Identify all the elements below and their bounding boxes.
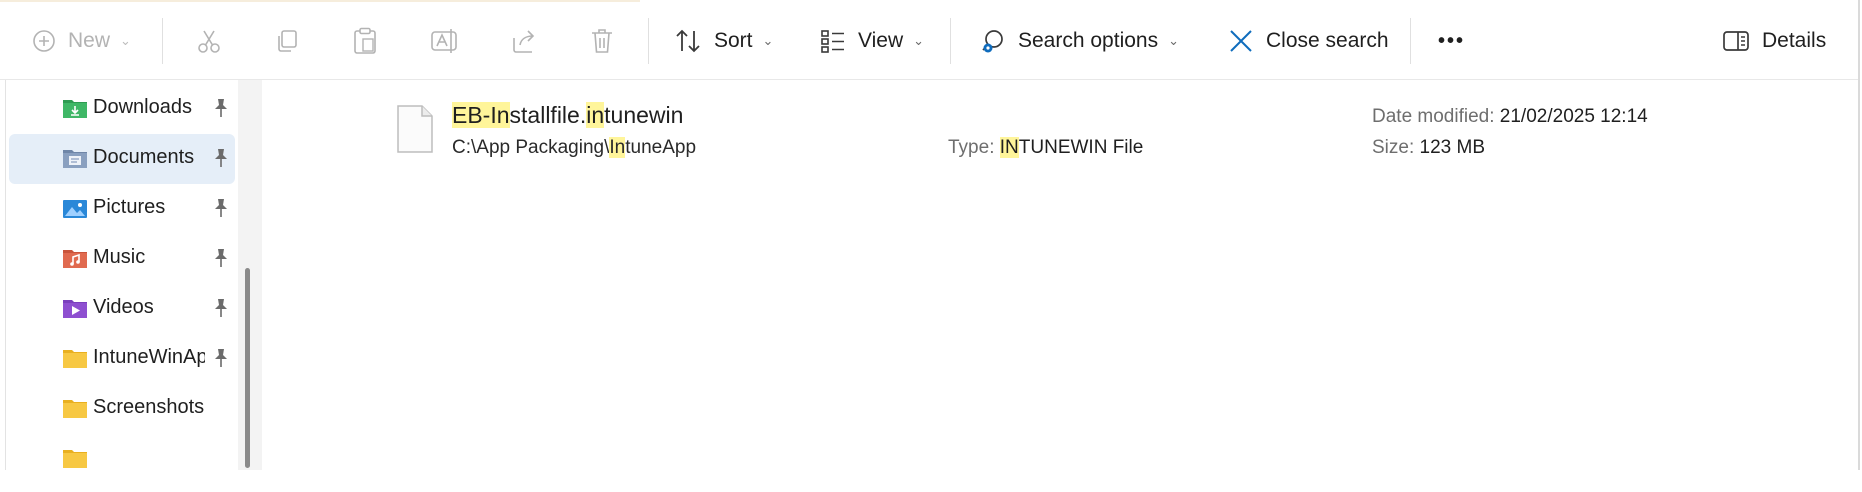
file-name-part: In: [490, 102, 510, 128]
file-name-part: EB-: [452, 102, 491, 128]
search-options-button[interactable]: Search options ⌄: [980, 18, 1179, 64]
new-button[interactable]: New ⌄: [32, 18, 131, 64]
details-pane-button[interactable]: Details: [1722, 18, 1826, 64]
sidebar-item-label: Documents: [93, 146, 195, 168]
ellipsis-icon: •••: [1438, 29, 1466, 52]
file-type: Type: INTUNEWIN File: [948, 137, 1143, 159]
paste-button[interactable]: [352, 18, 378, 64]
file-type-label: Type:: [948, 137, 995, 158]
sidebar-item-partial[interactable]: [9, 434, 235, 470]
share-button[interactable]: [510, 18, 538, 64]
clipboard-icon: [352, 27, 378, 55]
view-list-icon: [820, 28, 846, 54]
close-search-button[interactable]: Close search: [1228, 18, 1389, 64]
window-right-edge: [1858, 0, 1860, 470]
share-icon: [510, 28, 538, 54]
copy-icon: [274, 28, 300, 54]
folder-icon: [63, 448, 87, 468]
sidebar-item-music[interactable]: Music: [9, 234, 235, 284]
file-type-value: INTUNEWIN File: [999, 137, 1144, 158]
sort-arrows-icon: [674, 28, 702, 54]
videos-folder-icon: [63, 298, 87, 318]
file-name-part: tunewin: [604, 102, 684, 128]
file-path-part: C:\App Packaging\: [452, 137, 610, 158]
chevron-down-icon: ⌄: [762, 33, 774, 48]
file-size-value: 123 MB: [1419, 137, 1486, 158]
search-options-label: Search options: [1018, 29, 1159, 52]
view-button[interactable]: View ⌄: [820, 18, 924, 64]
file-type-part: TUNEWIN File: [1018, 137, 1144, 158]
sidebar-item-label: Downloads: [93, 96, 192, 118]
search-result-item[interactable]: EB-Installfile.intunewin C:\App Packagin…: [262, 94, 1858, 174]
pin-icon: [212, 97, 230, 119]
plus-circle-icon: [32, 29, 56, 53]
toolbar-divider: [162, 18, 163, 64]
details-label: Details: [1762, 29, 1827, 52]
toolbar-divider: [950, 18, 951, 64]
sidebar-item-downloads[interactable]: Downloads: [9, 84, 235, 134]
file-size: Size: 123 MB: [1372, 137, 1485, 159]
file-type-part: IN: [999, 137, 1019, 158]
search-results-pane: EB-Installfile.intunewin C:\App Packagin…: [262, 80, 1858, 470]
file-name-part: in: [586, 102, 605, 128]
sidebar-item-intunewinapp[interactable]: IntuneWinAp: [9, 334, 235, 384]
file-name-part: stallfile.: [509, 102, 587, 128]
pin-icon: [212, 247, 230, 269]
file-size-label: Size:: [1372, 137, 1415, 158]
downloads-folder-icon: [63, 98, 87, 118]
close-icon: [1228, 28, 1254, 54]
pictures-folder-icon: [63, 198, 87, 218]
date-modified-value: 21/02/2025 12:14: [1499, 106, 1648, 127]
file-name[interactable]: EB-Installfile.intunewin: [452, 102, 683, 129]
folder-icon: [63, 348, 87, 368]
sidebar-item-label: IntuneWinAp: [93, 346, 205, 368]
chevron-down-icon: ⌄: [913, 33, 925, 48]
sidebar-item-label: Pictures: [93, 196, 166, 218]
pin-icon: [212, 147, 230, 169]
toolbar-divider: [648, 18, 649, 64]
folder-icon: [63, 398, 87, 418]
pin-icon: [212, 297, 230, 319]
sidebar-item-label: Videos: [93, 296, 154, 318]
sidebar-scrollbar-thumb[interactable]: [245, 268, 250, 468]
pin-icon: [212, 347, 230, 369]
scissors-icon: [196, 28, 222, 54]
command-bar: New ⌄ Sort ⌄ View ⌄ Search options ⌄ Clo…: [0, 0, 1858, 80]
close-search-label: Close search: [1266, 29, 1389, 52]
sidebar-scrollbar-track[interactable]: [238, 80, 262, 470]
date-modified: Date modified: 21/02/2025 12:14: [1372, 106, 1648, 128]
file-path-part: In: [609, 137, 626, 158]
trash-icon: [590, 27, 614, 55]
date-modified-label: Date modified:: [1372, 106, 1495, 127]
rename-icon: [430, 27, 460, 55]
chevron-down-icon: ⌄: [1168, 33, 1179, 48]
sort-button[interactable]: Sort ⌄: [674, 18, 773, 64]
file-icon: [396, 104, 434, 154]
pin-icon: [212, 197, 230, 219]
toolbar-divider: [1410, 18, 1411, 64]
details-pane-icon: [1722, 29, 1750, 53]
delete-button[interactable]: [590, 18, 614, 64]
search-options-icon: [980, 28, 1006, 54]
view-label: View: [858, 29, 904, 52]
new-label: New: [68, 29, 111, 52]
sidebar-item-videos[interactable]: Videos: [9, 284, 235, 334]
sidebar-item-pictures[interactable]: Pictures: [9, 184, 235, 234]
file-path: C:\App Packaging\IntuneApp: [452, 137, 696, 159]
chevron-down-icon: ⌄: [120, 33, 131, 48]
sort-label: Sort: [714, 29, 753, 52]
sidebar-item-documents[interactable]: Documents: [9, 134, 235, 184]
music-folder-icon: [63, 248, 87, 268]
more-options-button[interactable]: •••: [1438, 18, 1465, 64]
documents-folder-icon: [63, 148, 87, 168]
cut-button[interactable]: [196, 18, 222, 64]
file-explorer-window: New ⌄ Sort ⌄ View ⌄ Search options ⌄ Clo…: [0, 0, 1862, 492]
file-path-part: tuneApp: [625, 137, 697, 158]
rename-button[interactable]: [430, 18, 460, 64]
sidebar-item-label: Music: [93, 246, 146, 268]
navigation-pane: Downloads Documents Pictures Music Video…: [6, 80, 236, 470]
sidebar-item-label: Screenshots: [93, 396, 205, 418]
copy-button[interactable]: [274, 18, 300, 64]
sidebar-item-screenshots[interactable]: Screenshots: [9, 384, 235, 434]
